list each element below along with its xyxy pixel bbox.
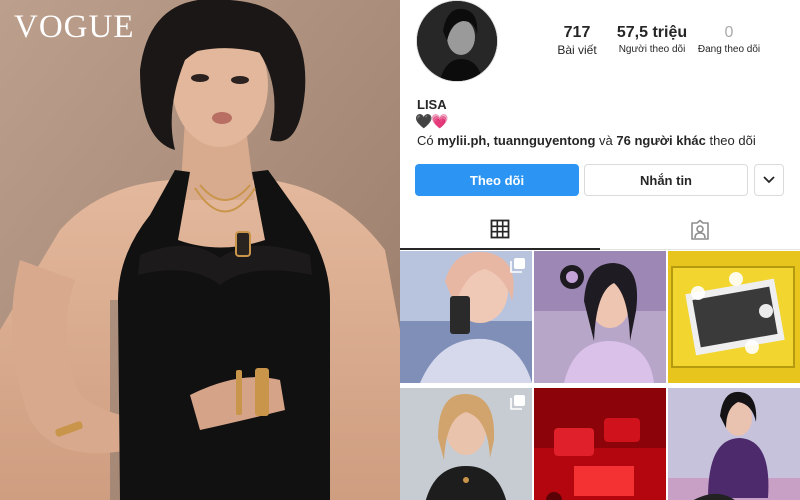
profile-tabs: [400, 210, 800, 250]
post-thumbnail[interactable]: [534, 388, 666, 500]
post-photo: [534, 251, 666, 383]
followed-by-others[interactable]: 76 người khác: [616, 133, 705, 148]
posts-stat[interactable]: 717 Bài viết: [547, 24, 607, 58]
message-button[interactable]: Nhắn tin: [584, 164, 748, 196]
following-count: 0: [724, 24, 734, 41]
avatar-photo: [417, 1, 497, 81]
post-thumbnail[interactable]: [400, 388, 532, 500]
followers-count: 57,5 triệu: [616, 24, 688, 41]
multiple-images-icon: [510, 258, 525, 273]
followers-stat[interactable]: 57,5 triệu Người theo dõi: [612, 24, 692, 58]
post-photo: [668, 388, 800, 500]
tab-tagged[interactable]: [600, 210, 800, 250]
suggestions-dropdown-button[interactable]: [754, 164, 784, 196]
profile-username: LISA: [417, 97, 447, 112]
magazine-photo: VOGUE: [0, 0, 400, 500]
following-stat[interactable]: 0 Đang theo dõi: [692, 24, 766, 58]
followed-by-middle: và: [595, 133, 617, 148]
post-thumbnail[interactable]: [668, 388, 800, 500]
post-thumbnail[interactable]: [668, 251, 800, 383]
tagged-person-icon: [691, 219, 709, 240]
profile-panel: 717 Bài viết 57,5 triệu Người theo dõi 0…: [400, 0, 800, 500]
profile-avatar[interactable]: [416, 0, 498, 82]
profile-bio: 🖤💗: [415, 113, 449, 129]
grid-icon: [490, 219, 510, 239]
vogue-logo: VOGUE: [14, 9, 135, 45]
followed-by-prefix: Có: [417, 133, 438, 148]
followed-by-suffix: theo dõi: [705, 133, 756, 148]
post-thumbnail[interactable]: [400, 251, 532, 383]
followed-by-text[interactable]: Có mylii.ph, tuannguyentong và 76 người …: [417, 133, 756, 148]
followers-label: Người theo dõi: [618, 44, 686, 55]
posts-grid: [400, 251, 800, 500]
posts-count: 717: [563, 24, 591, 41]
chevron-down-icon: [763, 176, 775, 184]
post-photo: [534, 388, 666, 500]
multiple-images-icon: [510, 395, 525, 410]
tab-posts-grid[interactable]: [400, 210, 600, 250]
follow-button[interactable]: Theo dõi: [415, 164, 579, 196]
followed-by-names[interactable]: mylii.ph, tuannguyentong: [437, 133, 595, 148]
posts-label: Bài viết: [557, 43, 597, 57]
post-thumbnail[interactable]: [534, 251, 666, 383]
following-label: Đang theo dõi: [697, 44, 761, 55]
post-photo: [668, 251, 800, 383]
model-illustration: [0, 0, 400, 500]
